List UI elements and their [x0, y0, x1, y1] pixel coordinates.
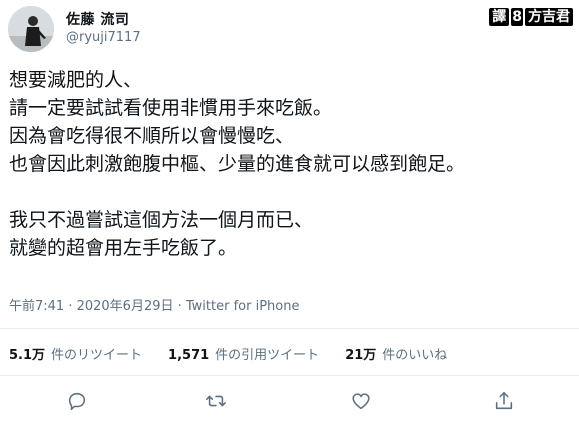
likes-label: 件のいいね [382, 348, 448, 363]
tweet-line: 因為會吃得很不順所以會慢慢吃、 [9, 125, 295, 147]
divider [0, 375, 579, 376]
tweet-line: 就變的超會用左手吃飯了。 [9, 237, 238, 259]
tweet-line: 也會因此刺激飽腹中樞、少量的進食就可以感到飽足。 [9, 153, 466, 175]
tweet-text: 想要減肥的人、 請一定要試試看使用非慣用手來吃飯。 因為會吃得很不順所以會慢慢吃… [9, 66, 571, 262]
tweet-stats: 5.1万 件のリツイート 1,571 件の引用ツイート 21万 件のいいね [9, 344, 473, 363]
share-button[interactable] [493, 390, 517, 414]
avatar[interactable] [8, 6, 54, 52]
share-icon [495, 391, 513, 410]
profile-photo-icon [8, 6, 54, 52]
retweet-icon [206, 395, 226, 407]
likes-stat[interactable]: 21万 件のいいね [345, 344, 447, 363]
translator-watermark: 譯 8 方吉君 [489, 7, 573, 27]
retweets-label: 件のリツイート [51, 348, 143, 363]
tweet-page: 佐藤 流司 @ryuji7117 譯 8 方吉君 想要減肥的人、 請一定要試試看… [0, 0, 579, 421]
watermark-label: 譯 [489, 8, 510, 26]
retweets-count: 5.1万 [9, 348, 46, 363]
reply-button[interactable] [66, 390, 90, 414]
watermark-separator: 8 [511, 8, 523, 26]
tweet-line: 我只不過嘗試這個方法一個月而已、 [9, 209, 314, 231]
username[interactable]: @ryuji7117 [66, 30, 141, 45]
watermark-name: 方吉君 [525, 8, 573, 26]
divider [0, 328, 579, 329]
quotes-label: 件の引用ツイート [215, 348, 320, 363]
tweet-line: 請一定要試試看使用非慣用手來吃飯。 [9, 97, 333, 119]
quotes-count: 1,571 [168, 348, 210, 363]
retweet-button[interactable] [205, 390, 229, 414]
tweet-line: 想要減肥的人、 [9, 69, 143, 91]
likes-count: 21万 [345, 348, 377, 363]
like-icon [352, 393, 370, 410]
quotes-stat[interactable]: 1,571 件の引用ツイート [168, 344, 319, 363]
tweet-actions [0, 390, 579, 414]
retweets-stat[interactable]: 5.1万 件のリツイート [9, 344, 142, 363]
reply-icon [68, 392, 86, 411]
display-name[interactable]: 佐藤 流司 [66, 9, 129, 29]
tweet-timestamp[interactable]: 午前7:41 · 2020年6月29日 · Twitter for iPhone [9, 295, 299, 314]
tweet-line-break [9, 178, 571, 206]
like-button[interactable] [350, 390, 374, 414]
